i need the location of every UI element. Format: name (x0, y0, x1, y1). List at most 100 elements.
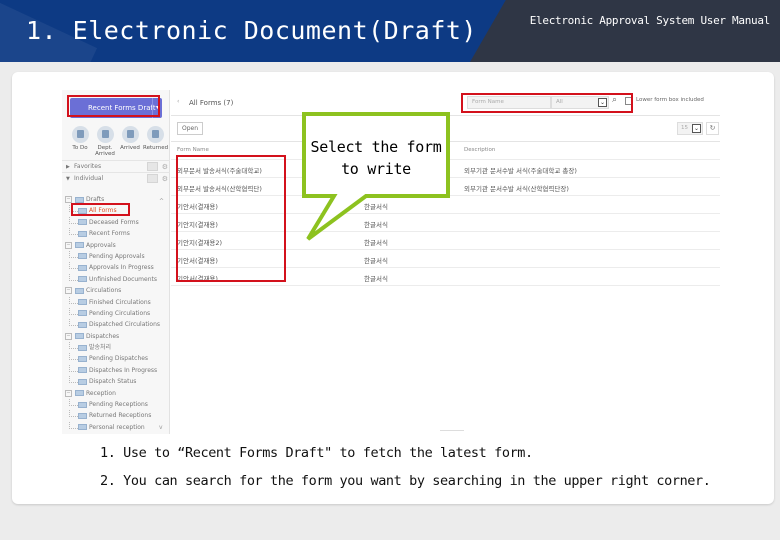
collapse-icon[interactable]: − (65, 241, 72, 249)
quick-action-label: Arrived (120, 145, 140, 151)
tree-label: Personal reception (89, 423, 145, 431)
highlight-all-forms (71, 203, 130, 216)
tree-item-pending-dispatches[interactable]: Pending Dispatches (62, 353, 162, 364)
tree-item-approvals-in-progress[interactable]: Approvals In Progress (62, 262, 162, 273)
sidebar: Recent Forms Draft ▾ To Do Dept. Arrived… (62, 90, 170, 434)
tree-label: Finished Circulations (89, 298, 151, 306)
tree-item-dispatched-circulations[interactable]: Dispatched Circulations (62, 319, 162, 330)
tree-label: Dispatched Circulations (89, 321, 161, 329)
section-individual[interactable]: ▼ Individual ⚙ (62, 172, 170, 184)
description-cell: 한글서식 (364, 239, 388, 247)
description-cell: 한글서식 (364, 221, 388, 229)
scroll-up-icon[interactable]: ^ (159, 198, 164, 205)
lower-form-label: Lower form box included (636, 97, 704, 103)
tree-item-pending-receptions[interactable]: Pending Receptions (62, 399, 162, 410)
page-title: 1. Electronic Document(Draft) (26, 16, 477, 45)
tree-label: Approvals In Progress (89, 264, 154, 272)
folder-icon (78, 253, 87, 260)
tree-item-dispatches-in-progress[interactable]: Dispatches In Progress (62, 364, 162, 376)
description-cell: 외부기관 문서수발 서식(산학협력단장) (464, 185, 569, 193)
tree-label: Pending Circulations (89, 309, 151, 317)
folder-tree: − Drafts All Forms Deceased Forms Recent … (62, 194, 162, 433)
tree-item-deceased-forms[interactable]: Deceased Forms (62, 216, 162, 228)
tree-label: Drafts (86, 196, 105, 203)
tree-label: Reception (86, 389, 116, 397)
tree-item-finished-circulations[interactable]: Finished Circulations (62, 296, 162, 308)
tree-item-pending-approvals[interactable]: Pending Approvals (62, 250, 162, 262)
instruction-item: 1. Use to “Recent Forms Draft" to fetch … (100, 445, 533, 461)
description-cell: 한글서식 (364, 203, 388, 211)
collapse-icon[interactable]: − (65, 389, 72, 397)
tree-item-personal-reception[interactable]: Personal reception (62, 421, 162, 433)
callout-text: Select the form to write (304, 136, 448, 180)
description-cell: 한글서식 (364, 257, 388, 265)
slide-header: 1. Electronic Document(Draft) Electronic… (0, 0, 780, 62)
tree-item-dispatch-processing[interactable]: 발송처리 (62, 342, 162, 353)
folder-icon (75, 287, 84, 294)
open-button[interactable]: Open (177, 122, 203, 135)
folder-icon (78, 367, 87, 374)
highlight-search (461, 93, 633, 113)
list-icon[interactable] (147, 174, 158, 183)
tree-item-unfinished-documents[interactable]: Unfinished Documents (62, 273, 162, 285)
collapse-sidebar-icon[interactable]: ‹ (177, 98, 179, 105)
tree-item-pending-circulations[interactable]: Pending Circulations (62, 307, 162, 319)
instructions: 1. Use to “Recent Forms Draft" to fetch … (100, 443, 711, 499)
returned-icon (146, 126, 164, 143)
folder-icon (78, 321, 87, 328)
page-size-value: 15 (681, 125, 688, 131)
tree-label: Dispatch Status (89, 378, 137, 386)
pagination[interactable] (440, 430, 464, 433)
folder-icon (78, 424, 87, 431)
folder-icon (75, 196, 84, 203)
quick-action-returned[interactable]: Returned (143, 126, 169, 151)
folder-icon (78, 230, 87, 237)
page-size-select[interactable]: 15 ⌄ (677, 122, 703, 135)
description-cell: 한글서식 (364, 275, 388, 283)
tree-item-returned-receptions[interactable]: Returned Receptions (62, 410, 162, 421)
section-label: Individual (74, 175, 104, 182)
highlight-form-list (176, 155, 286, 282)
folder-icon (78, 344, 87, 351)
chevron-down-icon[interactable]: ⌄ (692, 124, 701, 133)
quick-action-arrived[interactable]: Arrived (118, 126, 142, 151)
tree-item-reception[interactable]: − Reception (62, 388, 162, 399)
highlight-recent-forms (67, 95, 160, 117)
folder-icon (78, 401, 87, 408)
refresh-button[interactable]: ↻ (706, 122, 719, 135)
folder-icon (78, 310, 87, 317)
tree-item-dispatch-status[interactable]: Dispatch Status (62, 376, 162, 387)
quick-action-dept-arrived[interactable]: Dept. Arrived (93, 126, 117, 157)
list-title: All Forms (7) (189, 99, 234, 107)
tree-label: Returned Receptions (89, 412, 152, 420)
list-icon[interactable] (147, 162, 158, 171)
arrived-icon (121, 126, 139, 143)
folder-icon (75, 333, 84, 340)
gear-icon[interactable]: ⚙ (162, 173, 168, 185)
collapse-icon[interactable]: − (65, 287, 72, 295)
collapse-icon[interactable]: − (65, 196, 72, 203)
tree-label: 발송처리 (89, 344, 112, 352)
column-header-description[interactable]: Description (464, 142, 495, 159)
quick-action-label: Returned (143, 145, 169, 151)
todo-icon (71, 126, 89, 143)
manual-title: Electronic Approval System User Manual (529, 14, 771, 27)
row-divider (171, 285, 720, 286)
tree-item-dispatches[interactable]: − Dispatches (62, 331, 162, 342)
tree-item-recent-forms[interactable]: Recent Forms (62, 228, 162, 239)
scroll-down-icon[interactable]: v (159, 424, 163, 431)
description-cell: 외부기관 문서수발 서식(주술대학교 총장) (464, 167, 577, 175)
section-favorites[interactable]: ▶ Favorites ⚙ (62, 160, 170, 172)
folder-icon (78, 299, 87, 306)
quick-action-todo[interactable]: To Do (68, 126, 92, 151)
tree-item-approvals[interactable]: − Approvals (62, 240, 162, 251)
main-header: ‹ All Forms (7) Form Name All ⌄ ⌕ Lower … (171, 90, 720, 116)
dept-icon (96, 126, 114, 143)
folder-icon (75, 390, 84, 397)
callout-line: Select the form (310, 138, 442, 156)
collapse-icon[interactable]: − (65, 332, 72, 340)
folder-icon (78, 355, 87, 362)
tree-label: Dispatches (86, 332, 120, 340)
tree-item-circulations[interactable]: − Circulations (62, 285, 162, 296)
folder-icon (78, 219, 87, 226)
